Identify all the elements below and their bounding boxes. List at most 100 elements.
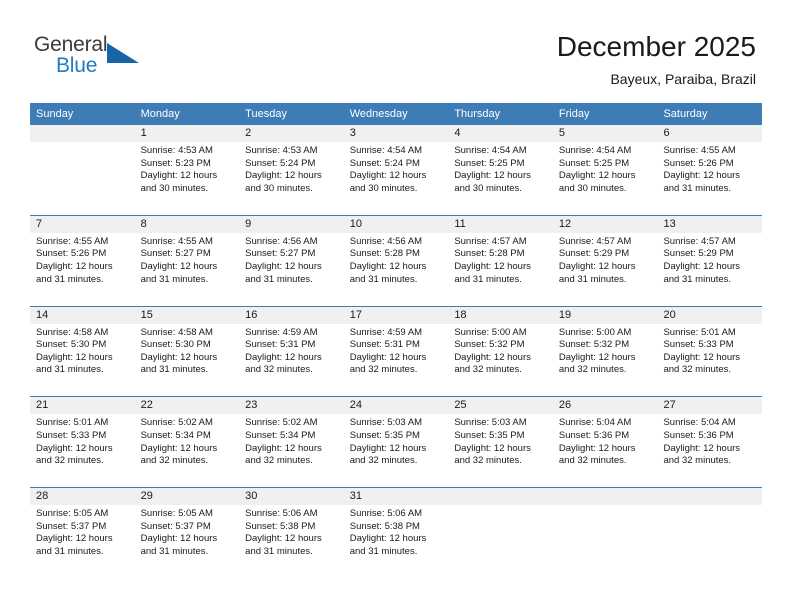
- calendar-day-cell[interactable]: 7 Sunrise: 4:55 AM Sunset: 5:26 PM Daylight…: [30, 216, 135, 306]
- day-number: 31: [349, 490, 362, 503]
- calendar-day-cell[interactable]: 22 Sunrise: 5:02 AM Sunset: 5:34 PM Dayligh…: [135, 397, 240, 487]
- day-sun-info: Sunrise: 4:55 AM Sunset: 5:27 PM Daylight:…: [141, 233, 240, 286]
- calendar-day-cell[interactable]: 12 Sunrise: 4:57 AM Sunset: 5:29 PM Dayligh…: [553, 216, 658, 306]
- calendar-day-cell[interactable]: 19 Sunrise: 5:00 AM Sunset: 5:32 PM Dayligh…: [553, 307, 658, 397]
- day-sun-info: Sunrise: 4:57 AM Sunset: 5:29 PM Daylight:…: [559, 233, 658, 286]
- day-sunrise-text: Sunrise: 4:57 AM: [663, 235, 736, 247]
- day-sunrise-text: Sunrise: 5:06 AM: [245, 508, 318, 520]
- day-sunrise-text: Sunrise: 5:01 AM: [36, 417, 109, 429]
- day-sunrise-text: Sunrise: 4:55 AM: [36, 235, 109, 247]
- day-sunrise-text: Sunrise: 4:57 AM: [558, 235, 632, 247]
- day-sunset-text: Sunset: 5:24 PM: [245, 157, 316, 169]
- day-number: 2: [245, 127, 252, 139]
- day-number: 25: [454, 399, 467, 412]
- calendar-day-cell[interactable]: 8 Sunrise: 4:55 AM Sunset: 5:27 PM Daylight…: [135, 216, 240, 306]
- day-number: 21: [36, 399, 49, 412]
- calendar-day-cell[interactable]: 11 Sunrise: 4:57 AM Sunset: 5:28 PM Dayligh…: [448, 216, 553, 306]
- day-sunset-text: Sunset: 5:26 PM: [663, 157, 734, 169]
- day-sunset-text: Sunset: 5:28 PM: [454, 248, 525, 260]
- day-sunset-text: Sunset: 5:28 PM: [349, 248, 420, 260]
- day-sun-info: Sunrise: 5:03 AM Sunset: 5:35 PM Daylight:…: [350, 414, 449, 467]
- calendar-day-cell[interactable]: 3 Sunrise: 4:54 AM Sunset: 5:24 PM Daylight…: [344, 125, 449, 215]
- calendar-day-cell[interactable]: 29 Sunrise: 5:05 AM Sunset: 5:37 PM Dayligh…: [135, 488, 240, 578]
- calendar-day-cell[interactable]: 25 Sunrise: 5:03 AM Sunset: 5:35 PM Dayligh…: [448, 397, 553, 487]
- day-daylight-line2-text: and 30 minutes.: [454, 182, 522, 194]
- day-sun-info: Sunrise: 4:55 AM Sunset: 5:26 PM Daylight:…: [36, 233, 135, 286]
- calendar-day-cell[interactable]: 9 Sunrise: 4:56 AM Sunset: 5:27 PM Daylight…: [239, 216, 344, 306]
- calendar-day-cell[interactable]: 31 Sunrise: 5:06 AM Sunset: 5:38 PM Dayligh…: [344, 488, 449, 578]
- calendar-day-cell[interactable]: 24 Sunrise: 5:03 AM Sunset: 5:35 PM Dayligh…: [344, 397, 449, 487]
- calendar-day-cell[interactable]: 5 Sunrise: 4:54 AM Sunset: 5:25 PM Daylight…: [553, 125, 658, 215]
- day-daylight-line1-text: Daylight: 12 hours: [349, 442, 427, 454]
- day-daylight-line1-text: Daylight: 12 hours: [36, 533, 113, 545]
- day-daylight-line2-text: and 32 minutes.: [245, 455, 313, 467]
- day-daylight-line1-text: Daylight: 12 hours: [36, 351, 113, 363]
- day-sunset-text: Sunset: 5:37 PM: [140, 520, 211, 532]
- day-daylight-line2-text: and 32 minutes.: [454, 455, 522, 467]
- calendar-day-cell[interactable]: 6 Sunrise: 4:55 AM Sunset: 5:26 PM Daylight…: [657, 125, 762, 215]
- day-number: 28: [36, 490, 49, 503]
- day-sun-info: Sunrise: 4:59 AM Sunset: 5:31 PM Daylight:…: [350, 324, 449, 377]
- day-number: 9: [245, 217, 252, 230]
- calendar-day-cell-empty: [448, 488, 553, 578]
- calendar-day-cell[interactable]: 10 Sunrise: 4:56 AM Sunset: 5:28 PM Dayligh…: [344, 216, 449, 306]
- day-daylight-line1-text: Daylight: 12 hours: [558, 442, 636, 454]
- calendar-day-cell[interactable]: 4 Sunrise: 4:54 AM Sunset: 5:25 PM Daylight…: [448, 125, 553, 215]
- day-daylight-line2-text: and 31 minutes.: [349, 545, 418, 557]
- day-number: 3: [349, 127, 356, 139]
- day-daylight-line2-text: and 32 minutes.: [349, 364, 418, 376]
- day-daylight-line2-text: and 32 minutes.: [349, 455, 418, 467]
- day-daylight-line2-text: and 32 minutes.: [245, 364, 313, 376]
- day-sunset-text: Sunset: 5:23 PM: [140, 157, 211, 169]
- day-sunrise-text: Sunrise: 5:04 AM: [663, 417, 736, 429]
- day-daylight-line1-text: Daylight: 12 hours: [663, 170, 741, 182]
- day-sun-info: Sunrise: 4:57 AM Sunset: 5:29 PM Daylight:…: [663, 233, 762, 286]
- calendar-day-cell[interactable]: 30 Sunrise: 5:06 AM Sunset: 5:38 PM Dayligh…: [239, 488, 344, 578]
- triangle-icon: [107, 43, 139, 63]
- calendar-week-row: 21 Sunrise: 5:01 AM Sunset: 5:33 PM Dayligh…: [30, 396, 762, 487]
- calendar-day-cell[interactable]: 23 Sunrise: 5:02 AM Sunset: 5:34 PM Dayligh…: [239, 397, 344, 487]
- day-sunset-text: Sunset: 5:33 PM: [36, 429, 107, 441]
- day-sunrise-text: Sunrise: 5:03 AM: [454, 417, 527, 429]
- day-daylight-line1-text: Daylight: 12 hours: [663, 442, 741, 454]
- day-sun-info: Sunrise: 5:02 AM Sunset: 5:34 PM Daylight:…: [245, 414, 344, 467]
- calendar-day-cell[interactable]: 26 Sunrise: 5:04 AM Sunset: 5:36 PM Dayligh…: [553, 397, 658, 487]
- calendar-day-cell[interactable]: 28 Sunrise: 5:05 AM Sunset: 5:37 PM Dayligh…: [30, 488, 135, 578]
- calendar-week-days: 28 Sunrise: 5:05 AM Sunset: 5:37 PM Dayligh…: [30, 488, 762, 578]
- generalblue-logo[interactable]: General Blue: [34, 33, 154, 81]
- calendar-day-cell[interactable]: 13 Sunrise: 4:57 AM Sunset: 5:29 PM Dayligh…: [657, 216, 762, 306]
- calendar-day-cell[interactable]: 21 Sunrise: 5:01 AM Sunset: 5:33 PM Dayligh…: [30, 397, 135, 487]
- day-sunset-text: Sunset: 5:25 PM: [558, 157, 630, 169]
- day-daylight-line1-text: Daylight: 12 hours: [454, 260, 531, 272]
- calendar-day-cell[interactable]: 2 Sunrise: 4:53 AM Sunset: 5:24 PM Daylight…: [239, 125, 344, 215]
- calendar-day-cell[interactable]: 17 Sunrise: 4:59 AM Sunset: 5:31 PM Dayligh…: [344, 307, 449, 397]
- weekday-header-wednesday: Wednesday: [349, 108, 408, 120]
- calendar-day-cell[interactable]: 27 Sunrise: 5:04 AM Sunset: 5:36 PM Dayligh…: [657, 397, 762, 487]
- day-daylight-line2-text: and 32 minutes.: [558, 455, 627, 467]
- day-daylight-line2-text: and 31 minutes.: [140, 364, 209, 376]
- day-daylight-line1-text: Daylight: 12 hours: [140, 170, 218, 182]
- calendar-day-cell[interactable]: 1 Sunrise: 4:53 AM Sunset: 5:23 PM Daylight…: [135, 125, 240, 215]
- day-number: 7: [36, 217, 43, 230]
- day-sun-info: Sunrise: 5:00 AM Sunset: 5:32 PM Daylight:…: [559, 324, 658, 377]
- title-block: December 2025 Bayeux, Paraiba, Brazil: [557, 30, 756, 89]
- calendar-weeks: 1 Sunrise: 4:53 AM Sunset: 5:23 PM Daylight…: [30, 125, 762, 578]
- calendar-day-cell[interactable]: 20 Sunrise: 5:01 AM Sunset: 5:33 PM Dayligh…: [657, 307, 762, 397]
- weekday-header-thursday: Thursday: [454, 108, 501, 120]
- day-sunset-text: Sunset: 5:37 PM: [36, 520, 107, 532]
- day-sunrise-text: Sunrise: 5:05 AM: [140, 508, 213, 520]
- day-sunset-text: Sunset: 5:27 PM: [140, 248, 211, 260]
- logo-text-blue: Blue: [56, 54, 98, 77]
- day-sun-info: Sunrise: 5:01 AM Sunset: 5:33 PM Daylight:…: [663, 324, 762, 377]
- calendar-day-cell[interactable]: 18 Sunrise: 5:00 AM Sunset: 5:32 PM Dayligh…: [448, 307, 553, 397]
- calendar-day-cell[interactable]: 14 Sunrise: 4:58 AM Sunset: 5:30 PM Dayligh…: [30, 307, 135, 397]
- day-sunset-text: Sunset: 5:32 PM: [454, 339, 525, 351]
- day-sunrise-text: Sunrise: 5:00 AM: [558, 326, 632, 338]
- day-daylight-line1-text: Daylight: 12 hours: [558, 351, 636, 363]
- calendar-day-cell[interactable]: 15 Sunrise: 4:58 AM Sunset: 5:30 PM Dayligh…: [135, 307, 240, 397]
- day-daylight-line2-text: and 31 minutes.: [36, 545, 104, 557]
- day-sunset-text: Sunset: 5:31 PM: [245, 339, 316, 351]
- calendar-day-cell[interactable]: 16 Sunrise: 4:59 AM Sunset: 5:31 PM Dayligh…: [239, 307, 344, 397]
- day-daylight-line2-text: and 32 minutes.: [663, 364, 732, 376]
- day-daylight-line1-text: Daylight: 12 hours: [454, 442, 531, 454]
